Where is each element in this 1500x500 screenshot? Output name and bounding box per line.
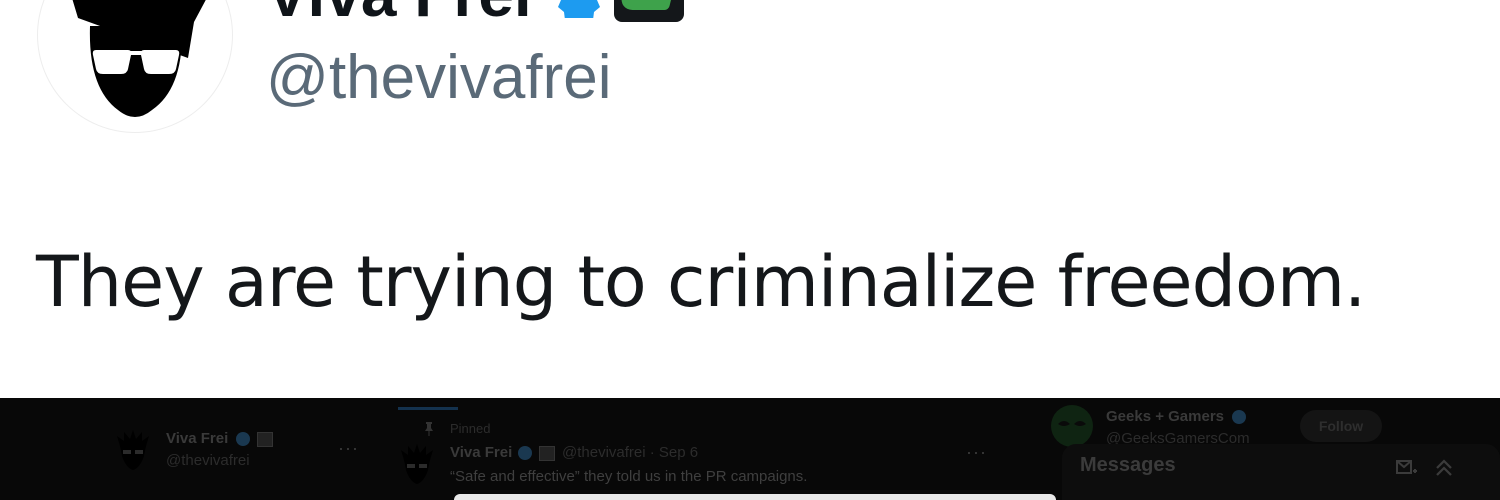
- more-icon[interactable]: ···: [338, 438, 359, 459]
- post-media[interactable]: [454, 494, 1056, 500]
- verified-badge-icon: [236, 432, 250, 446]
- pinned-label: Pinned: [450, 421, 491, 436]
- more-icon[interactable]: ···: [966, 442, 987, 463]
- background-page-overlay: Viva Frei @thevivafrei ··· Pinned Viva F…: [0, 398, 1500, 500]
- post-handle-date[interactable]: @thevivafrei · Sep 6: [562, 444, 698, 461]
- post-author-avatar[interactable]: [398, 444, 436, 484]
- affiliate-badge-icon: [539, 446, 555, 461]
- new-message-icon[interactable]: [1396, 458, 1418, 478]
- post-text: “Safe and effective” they told us in the…: [450, 468, 808, 485]
- affiliate-badge-icon[interactable]: [614, 0, 684, 22]
- author-avatar[interactable]: [38, 0, 232, 132]
- tweet-card: Viva Frei @thevivafrei They are trying t…: [0, 0, 1500, 398]
- silhouette-glasses-icon: [72, 0, 206, 117]
- active-tab-indicator: [398, 407, 458, 410]
- post-author-name[interactable]: Viva Frei: [450, 444, 512, 461]
- tweet-text: They are trying to criminalize freedom.: [36, 241, 1366, 323]
- affiliate-badge-icon: [257, 432, 273, 447]
- messages-title: Messages: [1080, 454, 1176, 476]
- verified-badge-icon[interactable]: [550, 0, 600, 18]
- pin-icon: [425, 422, 433, 436]
- profile-name[interactable]: Viva Frei: [166, 430, 228, 447]
- profile-avatar[interactable]: [114, 430, 152, 470]
- verified-badge-icon: [1232, 410, 1246, 424]
- profile-handle[interactable]: @thevivafrei: [166, 452, 250, 469]
- suggestion-name[interactable]: Geeks + Gamers: [1106, 408, 1224, 425]
- verified-badge-icon: [518, 446, 532, 460]
- collapse-icon[interactable]: [1434, 458, 1454, 478]
- author-name[interactable]: Viva Frei: [266, 0, 532, 26]
- messages-drawer[interactable]: Messages: [1062, 444, 1500, 500]
- suggestion-avatar[interactable]: [1050, 404, 1094, 448]
- author-handle[interactable]: @thevivafrei: [266, 43, 612, 112]
- follow-button[interactable]: Follow: [1300, 410, 1382, 442]
